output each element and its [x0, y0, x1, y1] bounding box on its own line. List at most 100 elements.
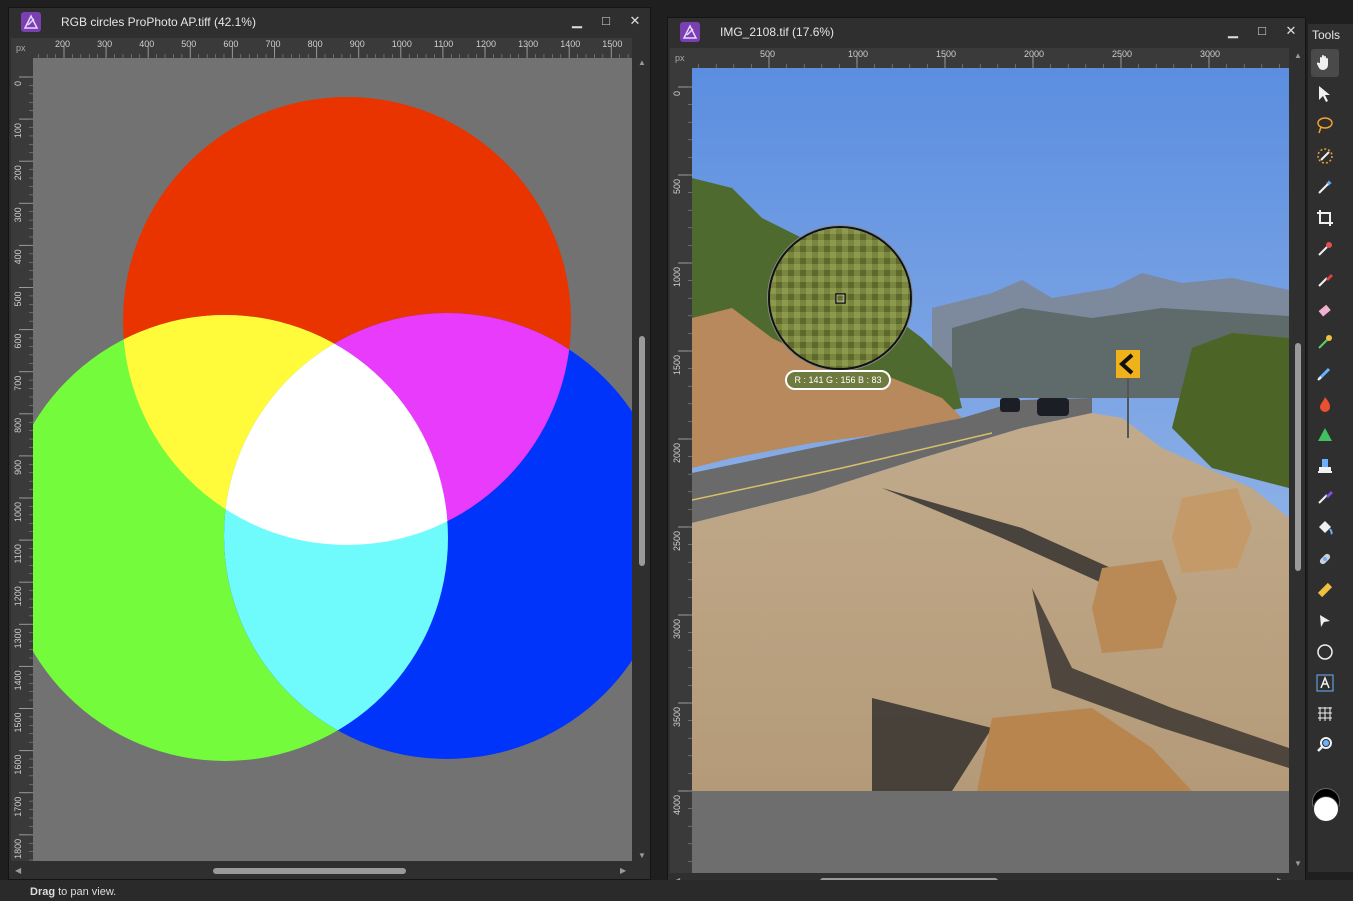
mountain-road-photo — [692, 68, 1289, 791]
ruler-tick-label: 300 — [13, 207, 23, 222]
ruler-tick-label: 1500 — [13, 713, 23, 733]
ruler-tick-label: 2500 — [1112, 49, 1132, 59]
ellipse-icon — [1317, 644, 1333, 660]
selection-brush-tool[interactable] — [1311, 142, 1339, 170]
ruler-tick-label: 800 — [308, 39, 323, 49]
zoom-icon — [1317, 737, 1332, 752]
scroll-right-arrow[interactable]: ▶ — [620, 866, 626, 876]
move-icon — [1319, 86, 1330, 102]
node-tool[interactable] — [1311, 607, 1339, 635]
inpainting-brush-tool[interactable] — [1311, 483, 1339, 511]
ruler-tick-label: 500 — [13, 292, 23, 307]
zoom-tool[interactable] — [1311, 731, 1339, 759]
maximize-button[interactable]: □ — [595, 11, 617, 31]
crop-tool[interactable] — [1311, 204, 1339, 232]
mesh-warp-icon — [1318, 707, 1332, 721]
ellipse-tool[interactable] — [1311, 638, 1339, 666]
maximize-button[interactable]: □ — [1251, 21, 1273, 41]
status-hint: Drag to pan view. — [30, 886, 116, 898]
ruler-tick-label: 500 — [760, 49, 775, 59]
left-document-window: RGB circles ProPhoto AP.tiff (42.1%) ▁ □… — [8, 7, 651, 880]
minimize-button[interactable]: ▁ — [1222, 21, 1244, 41]
scroll-left-arrow[interactable]: ◀ — [15, 866, 21, 876]
right-horizontal-ruler[interactable]: 500 1000 1500 2000 2500 3000 — [692, 48, 1289, 68]
selection-brush-icon — [1317, 148, 1333, 164]
crop-icon — [1317, 210, 1333, 226]
status-hint-text: to pan view. — [55, 886, 117, 898]
minimize-button[interactable]: ▁ — [566, 11, 588, 31]
close-button[interactable]: ✕ — [624, 11, 646, 31]
ruler-tick-label: 3000 — [1200, 49, 1220, 59]
right-vertical-scrollbar[interactable]: ▲ ▼ — [1291, 48, 1305, 873]
scroll-up-arrow[interactable]: ▲ — [1294, 51, 1302, 61]
ruler-tick-label: 1100 — [13, 544, 23, 563]
flood-select-icon — [1318, 180, 1332, 194]
affinity-photo-icon — [21, 12, 41, 32]
ruler-tick-label: 0 — [13, 81, 23, 86]
dodge-brush-tool[interactable] — [1311, 328, 1339, 356]
color-value-readout: R : 141 G : 156 B : 83 — [785, 370, 891, 390]
color-picker-icon — [1318, 242, 1332, 256]
ruler-tick-label: 1500 — [936, 49, 956, 59]
ruler-tick-label: 200 — [55, 39, 70, 49]
color-picker-tool[interactable] — [1311, 235, 1339, 263]
right-title-bar[interactable]: IMG_2108.tif (17.6%) ▁ □ ✕ — [668, 18, 1305, 46]
ruler-tick-label: 900 — [350, 39, 365, 49]
flood-select-tool[interactable] — [1311, 173, 1339, 201]
ruler-tick-label: 700 — [266, 39, 281, 49]
close-button[interactable]: ✕ — [1280, 21, 1302, 41]
burn-brush-icon — [1320, 397, 1330, 412]
ruler-tick-label: 100 — [13, 123, 23, 138]
smudge-brush-tool[interactable] — [1311, 359, 1339, 387]
scroll-down-arrow[interactable]: ▼ — [638, 851, 646, 861]
ruler-tick-label: 200 — [13, 165, 23, 180]
right-vertical-ruler[interactable]: 0 500 1000 1500 2000 2500 3000 3500 4000 — [670, 68, 692, 873]
right-ruler-corner: px — [670, 48, 692, 68]
hand-tool[interactable] — [1311, 49, 1339, 77]
right-canvas[interactable] — [692, 68, 1289, 873]
left-horizontal-scrollbar[interactable]: ◀ ▶ — [11, 863, 632, 879]
left-horizontal-ruler[interactable]: 200 300 400 500 600 700 800 900 1000 1100 1200 1300… — [33, 38, 632, 58]
right-window-title: IMG_2108.tif (17.6%) — [720, 25, 835, 39]
left-vertical-scrollbar[interactable]: ▲ ▼ — [634, 58, 650, 861]
erase-brush-icon — [1318, 304, 1331, 317]
ruler-tick-label: 1400 — [13, 670, 23, 690]
text-tool[interactable] — [1311, 669, 1339, 697]
ruler-tick-label: 700 — [13, 376, 23, 391]
ruler-tick-label: 1000 — [392, 39, 412, 49]
sharpen-brush-tool[interactable] — [1311, 421, 1339, 449]
left-title-bar[interactable]: RGB circles ProPhoto AP.tiff (42.1%) ▁ □… — [9, 8, 650, 36]
scroll-up-arrow[interactable]: ▲ — [638, 58, 646, 68]
scroll-down-arrow[interactable]: ▼ — [1294, 859, 1302, 869]
text-icon — [1316, 674, 1334, 692]
measure-tool[interactable] — [1311, 576, 1339, 604]
ruler-tick-label: 300 — [97, 39, 112, 49]
ruler-tick-label: 800 — [13, 418, 23, 433]
move-tool[interactable] — [1311, 80, 1339, 108]
right-vscroll-thumb[interactable] — [1295, 343, 1301, 571]
freehand-selection-tool[interactable] — [1311, 111, 1339, 139]
ruler-tick-label: 2000 — [672, 443, 682, 463]
left-canvas[interactable] — [33, 58, 632, 861]
ruler-tick-label: 1700 — [13, 797, 23, 817]
inpainting-brush-icon — [1318, 491, 1333, 504]
mesh-warp-tool[interactable] — [1311, 700, 1339, 728]
paint-brush-tool[interactable] — [1311, 266, 1339, 294]
secondary-color-swatch[interactable] — [1313, 796, 1339, 822]
burn-brush-tool[interactable] — [1311, 390, 1339, 418]
blemish-tool[interactable] — [1311, 545, 1339, 573]
ruler-tick-label: 4000 — [672, 795, 682, 815]
ruler-unit-label: px — [16, 43, 26, 53]
clone-brush-tool[interactable] — [1311, 452, 1339, 480]
erase-brush-tool[interactable] — [1311, 297, 1339, 325]
ruler-tick-label: 3000 — [672, 619, 682, 639]
ruler-tick-label: 500 — [672, 179, 682, 194]
fill-tool[interactable] — [1311, 514, 1339, 542]
left-hscroll-thumb[interactable] — [213, 868, 406, 874]
measure-icon — [1317, 582, 1333, 598]
left-vertical-ruler[interactable]: 0 100 200 300 400 500 600 700 800 900 1000 1100 1200… — [11, 58, 33, 861]
node-icon — [1320, 615, 1330, 627]
dodge-brush-icon — [1318, 335, 1332, 349]
left-vscroll-thumb[interactable] — [639, 336, 645, 566]
ruler-tick-label: 1300 — [518, 39, 538, 49]
